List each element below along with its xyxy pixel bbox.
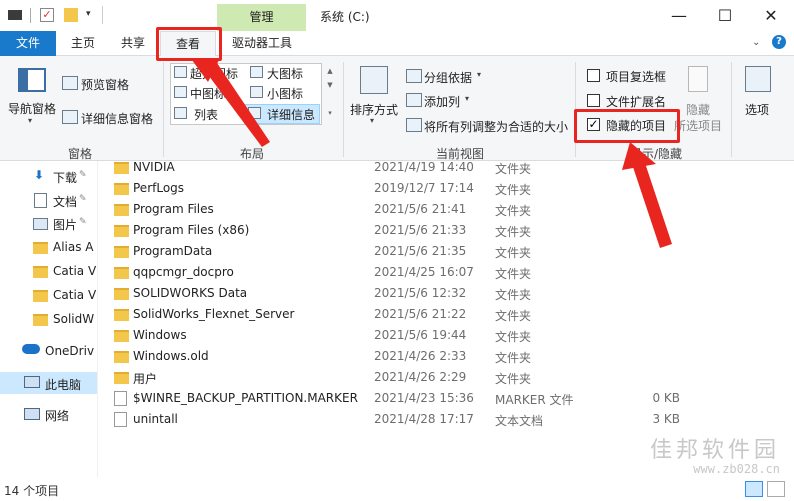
annotation-arrows (192, 58, 672, 248)
arrow-head-hidden-items (622, 142, 656, 170)
arrow-to-hidden-items (632, 160, 672, 248)
